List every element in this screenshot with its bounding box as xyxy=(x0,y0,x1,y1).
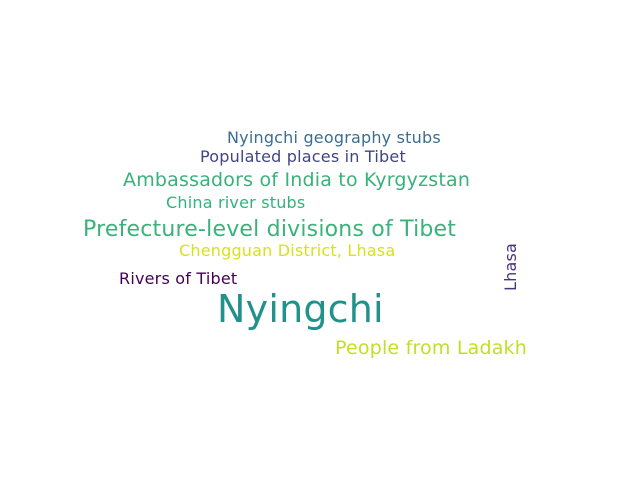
word-chengguan-district-lhasa: Chengguan District, Lhasa xyxy=(179,241,396,260)
word-populated-places-in-tibet: Populated places in Tibet xyxy=(200,147,406,166)
word-china-river-stubs: China river stubs xyxy=(166,193,306,212)
word-prefecture-level-divisions-of-tibet: Prefecture-level divisions of Tibet xyxy=(83,217,457,242)
word-rivers-of-tibet: Rivers of Tibet xyxy=(119,269,238,288)
word-nyingchi-geography-stubs: Nyingchi geography stubs xyxy=(227,128,441,147)
word-ambassadors-of-india-to-kyrgyzstan: Ambassadors of India to Kyrgyzstan xyxy=(123,169,471,191)
word-people-from-ladakh: People from Ladakh xyxy=(335,337,527,359)
word-lhasa: Lhasa xyxy=(501,243,520,291)
word-cloud: Nyingchi geography stubs Populated place… xyxy=(0,0,640,480)
word-nyingchi: Nyingchi xyxy=(217,287,384,331)
